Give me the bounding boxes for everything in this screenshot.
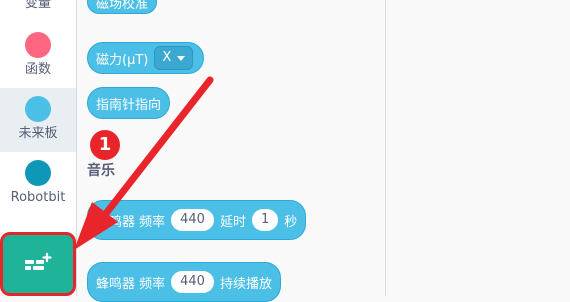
arrow-shaft — [100, 76, 214, 220]
step-number-badge: 1 — [90, 130, 120, 160]
annotation-arrow — [74, 76, 214, 250]
